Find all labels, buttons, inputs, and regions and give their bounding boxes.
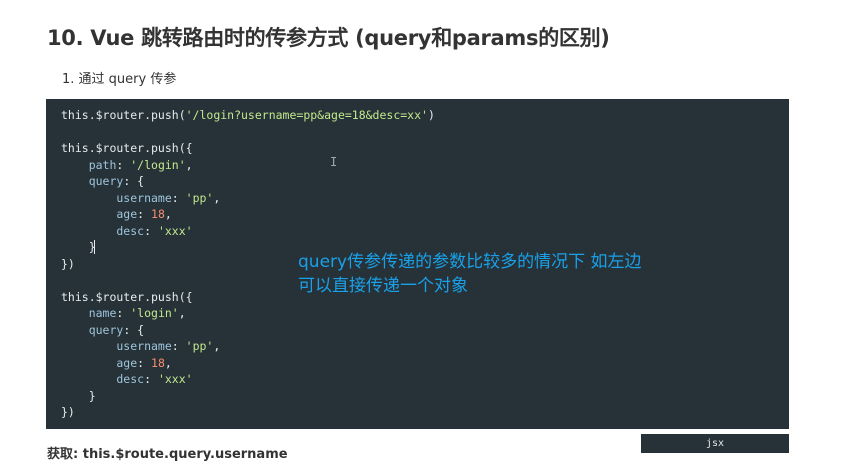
code-token: username bbox=[61, 190, 172, 205]
code-token: : bbox=[116, 306, 131, 320]
code-token: } bbox=[61, 240, 96, 254]
code-token: : bbox=[144, 223, 158, 238]
annotation-line-2: 可以直接传递一个对象 bbox=[298, 276, 468, 296]
code-token: : bbox=[137, 355, 152, 370]
code-line: query: { bbox=[61, 174, 144, 188]
code-token: : bbox=[171, 190, 186, 205]
code-token: '/login' bbox=[130, 157, 186, 172]
code-line: name: 'login', bbox=[61, 306, 186, 320]
code-token: desc bbox=[61, 372, 145, 386]
annotation-overlay: query传参传递的参数比较多的情况下 如左边 可以直接传递一个对象 bbox=[298, 250, 641, 298]
code-line: desc: 'xxx' bbox=[61, 372, 193, 386]
code-token: : { bbox=[123, 322, 145, 337]
code-token: 'pp' bbox=[185, 339, 214, 353]
code-token: : bbox=[171, 339, 186, 353]
code-token: : bbox=[137, 207, 152, 221]
code-line: query: { bbox=[61, 323, 144, 337]
code-token: age bbox=[61, 207, 138, 221]
code-token: , bbox=[164, 207, 172, 221]
code-token: 18 bbox=[151, 355, 165, 370]
code-token: '/login?username=pp&age=18&desc=xx' bbox=[185, 108, 428, 122]
code-token: }) bbox=[61, 405, 75, 419]
code-token: 'pp' bbox=[185, 190, 214, 205]
code-line: path: '/login', bbox=[61, 158, 193, 172]
code-token: name bbox=[61, 306, 117, 320]
code-token: }) bbox=[61, 256, 75, 271]
code-token: age bbox=[61, 355, 138, 370]
code-line: } bbox=[61, 389, 96, 403]
code-token: , bbox=[185, 157, 193, 172]
code-token: } bbox=[61, 388, 96, 403]
code-language-badge: jsx bbox=[641, 434, 789, 453]
code-token: query bbox=[61, 174, 124, 188]
code-line: this.$router.push({ bbox=[61, 141, 193, 155]
code-token: query bbox=[61, 322, 124, 337]
code-token: , bbox=[164, 355, 172, 370]
code-line: age: 18, bbox=[61, 207, 172, 221]
code-token: this.$router.push({ bbox=[61, 141, 193, 155]
code-token: this.$router.push( bbox=[61, 108, 186, 122]
code-line: desc: 'xxx' bbox=[61, 223, 193, 238]
code-token: desc bbox=[61, 223, 145, 238]
code-line: this.$router.push('/login?username=pp&ag… bbox=[61, 108, 435, 122]
code-line: }) bbox=[61, 257, 75, 271]
list-item: 1. 通过 query 传参 bbox=[62, 72, 177, 87]
code-token: : bbox=[116, 157, 131, 172]
code-line: username: 'pp', bbox=[61, 339, 220, 353]
code-token: this.$router.push({ bbox=[61, 289, 193, 304]
code-token: : bbox=[144, 372, 158, 386]
code-token: , bbox=[178, 306, 186, 320]
code-token: 'xxx' bbox=[157, 223, 193, 238]
code-line: age: 18, bbox=[61, 355, 172, 370]
code-token: 18 bbox=[151, 207, 165, 221]
code-token: username bbox=[61, 339, 172, 353]
code-line: } bbox=[61, 240, 96, 254]
code-token: , bbox=[213, 339, 221, 353]
page-title: 10. Vue 跳转路由时的传参方式 (query和params的区别) bbox=[47, 26, 610, 50]
code-line: this.$router.push({ bbox=[61, 290, 193, 304]
code-token: 'login' bbox=[130, 306, 179, 320]
code-token: path bbox=[61, 157, 117, 172]
code-token: 'xxx' bbox=[157, 372, 193, 386]
code-token: , bbox=[213, 190, 221, 205]
code-token: : { bbox=[123, 174, 145, 188]
code-line: }) bbox=[61, 405, 75, 419]
code-line: username: 'pp', bbox=[61, 191, 220, 205]
text-caret bbox=[94, 240, 95, 254]
text-cursor-icon: I bbox=[330, 155, 338, 169]
footer-note: 获取: this.$route.query.username bbox=[47, 447, 288, 462]
annotation-line-1: query传参传递的参数比较多的情况下 如左边 bbox=[298, 252, 642, 272]
code-token: ) bbox=[427, 108, 435, 122]
